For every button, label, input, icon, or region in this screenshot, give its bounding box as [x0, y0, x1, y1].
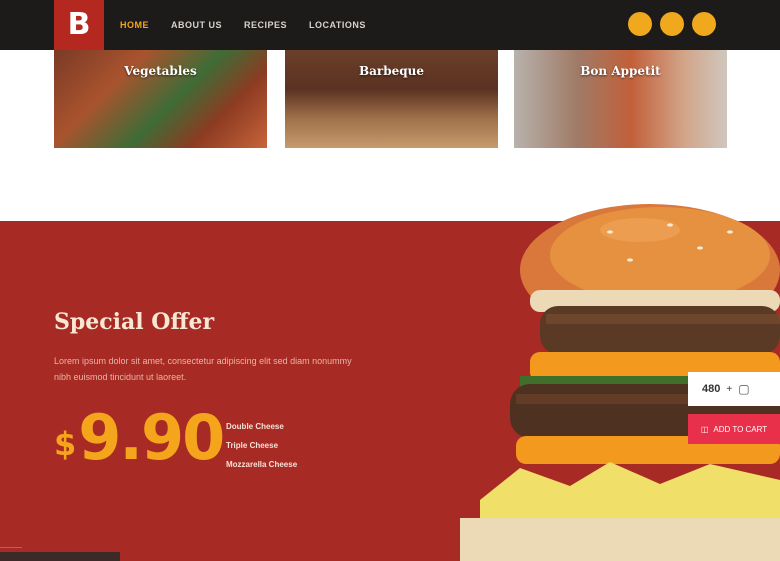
nav-home[interactable]: HOME — [120, 20, 149, 30]
price: $ 9.90 — [54, 401, 225, 474]
search-icon[interactable] — [628, 12, 652, 36]
category-tile-barbeque[interactable]: Barbeque — [285, 50, 498, 148]
add-to-cart-button[interactable]: ◫ ADD TO CART — [688, 414, 780, 444]
cart-icon: ◫ — [700, 424, 709, 434]
feature-item: Mozzarella Cheese — [226, 460, 298, 469]
user-icon[interactable] — [660, 12, 684, 36]
cart-icon[interactable] — [692, 12, 716, 36]
category-tile-bon-appetit[interactable]: Bon Appetit — [514, 50, 727, 148]
main-nav: HOME ABOUT US RECIPES LOCATIONS — [120, 0, 366, 50]
offer-title: Special Offer — [54, 309, 215, 335]
price-currency: $ — [54, 425, 77, 463]
category-tiles: Vegetables Barbeque Bon Appetit — [54, 50, 728, 148]
nav-about[interactable]: ABOUT US — [171, 20, 222, 30]
category-label: Vegetables — [124, 64, 197, 78]
quantity-stepper-icon[interactable]: + — [726, 384, 732, 395]
logo[interactable]: B — [54, 0, 104, 50]
offer-features: Double Cheese Triple Cheese Mozzarella C… — [226, 417, 297, 474]
nav-recipes[interactable]: RECIPES — [244, 20, 287, 30]
feature-item: Triple Cheese — [226, 441, 279, 450]
feature-item: Double Cheese — [226, 422, 284, 431]
quantity-value: 480 — [702, 383, 721, 395]
add-to-cart-label: ADD TO CART — [713, 424, 768, 434]
category-label: Bon Appetit — [580, 64, 661, 78]
price-amount: 9.90 — [78, 401, 225, 474]
top-navigation-bar: B HOME ABOUT US RECIPES LOCATIONS — [0, 0, 780, 50]
weight-icon: ▢ — [738, 382, 750, 396]
quantity-card[interactable]: 480 + ▢ — [688, 372, 780, 406]
status-bar — [0, 552, 120, 561]
category-tile-vegetables[interactable]: Vegetables — [54, 50, 267, 148]
header-actions — [628, 12, 716, 36]
offer-description: Lorem ipsum dolor sit amet, consectetur … — [54, 356, 352, 382]
nav-locations[interactable]: LOCATIONS — [309, 20, 366, 30]
category-label: Barbeque — [358, 64, 424, 78]
